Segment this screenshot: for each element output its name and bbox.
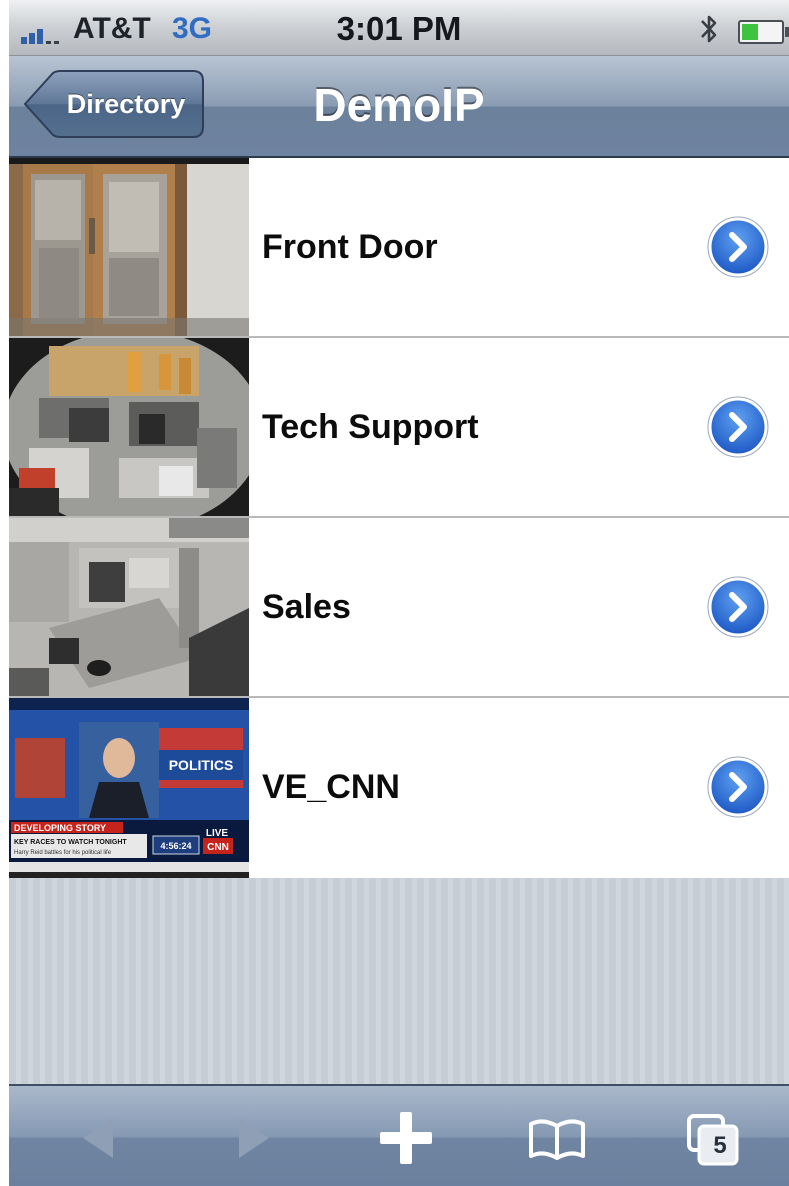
cnn-politics-text: POLITICS (169, 757, 234, 773)
status-time: 3:01 PM (336, 10, 462, 47)
chevron-right-circle-icon[interactable] (707, 576, 769, 638)
status-bar: AT&T 3G 3:01 PM (9, 0, 789, 56)
camera-row-sales[interactable]: Sales (9, 518, 789, 698)
bookmarks-icon[interactable] (525, 1106, 589, 1170)
chevron-right-circle-icon[interactable] (707, 216, 769, 278)
page-count-label: 5 (713, 1132, 727, 1159)
add-icon[interactable] (374, 1106, 438, 1170)
sales-camera-thumbnail (9, 518, 249, 698)
page-title: DemoIP (313, 79, 485, 131)
forward-arrow-icon[interactable] (219, 1106, 283, 1170)
cnn-subline-text: Harry Reid battles for his political lif… (14, 850, 112, 856)
camera-name: Front Door (262, 228, 438, 266)
camera-row-tech-support[interactable]: Tech Support (9, 338, 789, 518)
front-door-camera-thumbnail (9, 158, 249, 338)
tech-support-camera-thumbnail (9, 338, 249, 518)
cnn-banner-text: DEVELOPING STORY (14, 823, 106, 833)
chevron-right-circle-icon[interactable] (707, 396, 769, 458)
cnn-clock-text: 4:56:24 (160, 841, 191, 851)
chevron-right-circle-icon[interactable] (707, 756, 769, 818)
cnn-headline-text: KEY RACES TO WATCH TONIGHT (14, 839, 127, 846)
camera-name: Sales (262, 588, 351, 626)
camera-row-ve-cnn[interactable]: POLITICS DEVELOPING STORY KEY RACES TO W… (9, 698, 789, 878)
browser-toolbar: 5 (9, 1084, 789, 1186)
camera-row-front-door[interactable]: Front Door (9, 158, 789, 338)
battery-level (742, 24, 758, 40)
camera-name: Tech Support (262, 408, 479, 446)
empty-list-background (9, 878, 789, 1084)
cnn-logo-text: CNN (207, 842, 229, 853)
camera-list: Front Door Tech Support Sales POLITICS D… (9, 158, 789, 878)
battery-icon (738, 20, 789, 44)
cnn-live-text: LIVE (206, 828, 229, 839)
navigation-bar: Directory DemoIP (9, 56, 789, 158)
screen: AT&T 3G 3:01 PM Directory DemoIP Front D… (9, 0, 789, 1186)
pages-icon[interactable]: 5 (681, 1106, 745, 1170)
bluetooth-icon (701, 15, 717, 43)
cnn-camera-thumbnail: POLITICS DEVELOPING STORY KEY RACES TO W… (9, 698, 249, 878)
back-arrow-icon[interactable] (69, 1106, 133, 1170)
camera-name: VE_CNN (262, 768, 400, 806)
